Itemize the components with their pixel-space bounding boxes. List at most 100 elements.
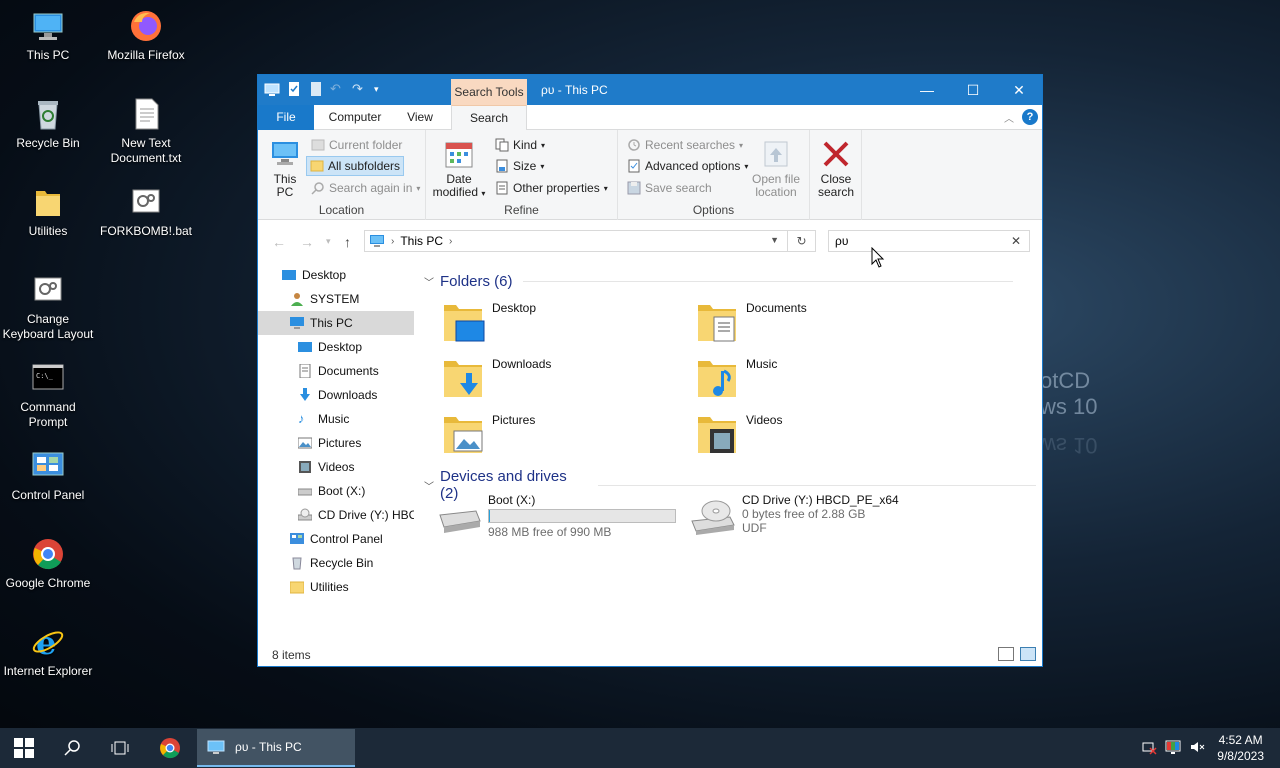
folder-name: Pictures — [492, 413, 536, 427]
tab-file[interactable]: File — [258, 105, 314, 130]
kind-button[interactable]: Kind ▾ — [492, 135, 548, 155]
nav-item-control-panel[interactable]: Control Panel — [258, 527, 414, 551]
details-view-button[interactable] — [998, 647, 1014, 661]
start-button[interactable] — [0, 728, 48, 768]
forward-button[interactable]: → — [300, 234, 314, 250]
drive-tile-cd[interactable]: CD Drive (Y:) HBCD_PE_x64 0 bytes free o… — [690, 493, 899, 535]
nav-item-videos[interactable]: Videos — [258, 455, 414, 479]
nav-item-downloads[interactable]: Downloads — [258, 383, 414, 407]
folders-group-header[interactable]: ﹀ Folders (6) — [424, 273, 1036, 290]
computer-icon[interactable] — [264, 81, 280, 97]
nav-item-boot-drive[interactable]: Boot (X:) — [258, 479, 414, 503]
desktop-icon-change-keyboard-layout[interactable]: Change Keyboard Layout — [0, 272, 96, 342]
tab-computer[interactable]: Computer — [320, 105, 390, 130]
date-modified-button[interactable]: Date modified ▾ — [430, 138, 488, 200]
desktop-icon-control-panel[interactable]: Control Panel — [0, 448, 96, 503]
nav-item-cd-drive[interactable]: CD Drive (Y:) HBC — [258, 503, 414, 527]
taskbar-search-button[interactable] — [48, 728, 96, 768]
search-again-in-button[interactable]: Search again in ▾ — [308, 178, 423, 198]
nav-item-label: Videos — [318, 460, 355, 474]
folder-tile-music[interactable]: Music — [696, 357, 777, 399]
desktop-icon-label: Command Prompt — [20, 400, 76, 429]
downloads-icon — [298, 388, 312, 402]
this-pc-button[interactable]: This PC — [266, 138, 304, 199]
drive-tile-boot[interactable]: Boot (X:) 988 MB free of 990 MB — [436, 493, 676, 539]
all-subfolders-button[interactable]: All subfolders — [306, 156, 405, 176]
back-button[interactable]: ← — [272, 234, 286, 250]
search-input[interactable]: ρυ ✕ — [828, 230, 1030, 252]
large-icons-view-button[interactable] — [1020, 647, 1036, 661]
help-icon[interactable]: ? — [1022, 109, 1038, 125]
search-tools-context-label: Search Tools — [451, 79, 527, 105]
other-properties-button[interactable]: Other properties ▾ — [492, 178, 611, 198]
up-button[interactable]: ↑ — [344, 234, 351, 250]
save-search-button[interactable]: Save search — [624, 178, 715, 198]
display-settings-icon[interactable] — [1161, 739, 1185, 758]
desktop-icon-forkbomb[interactable]: FORKBOMB!.bat — [98, 184, 194, 239]
desktop-icon-new-text-document[interactable]: New Text Document.txt — [98, 96, 194, 166]
close-search-button[interactable]: Close search — [814, 138, 858, 199]
nav-item-recycle-bin[interactable]: Recycle Bin — [258, 551, 414, 575]
tab-view[interactable]: View — [398, 105, 442, 130]
taskbar-chrome-button[interactable] — [146, 728, 194, 768]
customize-qat-icon[interactable]: ▾ — [374, 81, 390, 97]
videos-folder-icon — [696, 413, 740, 455]
nav-item-this-pc[interactable]: This PC — [258, 311, 414, 335]
clock[interactable]: 4:52 AM 9/8/2023 — [1209, 732, 1280, 764]
refresh-button[interactable]: ↻ — [787, 230, 816, 252]
desktop-icon-this-pc[interactable]: This PC — [0, 8, 96, 63]
nav-item-music[interactable]: ♪ Music — [258, 407, 414, 431]
desktop-icon-google-chrome[interactable]: Google Chrome — [0, 536, 96, 591]
folder-tile-documents[interactable]: Documents — [696, 301, 807, 343]
folder-tile-pictures[interactable]: Pictures — [442, 413, 535, 455]
desktop-icon-recycle-bin[interactable]: Recycle Bin — [0, 96, 96, 151]
ribbon-tabs: File Computer View Search ︿ ? — [258, 105, 1042, 131]
properties-icon[interactable] — [286, 81, 302, 97]
task-view-button[interactable] — [96, 728, 144, 768]
taskbar-explorer-button[interactable]: ρυ - This PC — [197, 729, 355, 767]
chevron-down-icon: ▾ — [739, 140, 744, 150]
clear-search-icon[interactable]: ✕ — [1011, 231, 1021, 251]
nav-item-documents[interactable]: Documents — [258, 359, 414, 383]
navigation-pane: Desktop SYSTEM This PC Desktop Documents… — [258, 263, 414, 641]
advanced-options-button[interactable]: Advanced options ▾ — [624, 156, 751, 176]
network-disconnected-icon[interactable] — [1137, 739, 1161, 758]
nav-item-label: SYSTEM — [310, 292, 360, 306]
maximize-button[interactable]: ☐ — [950, 75, 996, 105]
redo-icon[interactable]: ↷ — [352, 81, 368, 97]
breadcrumb-this-pc[interactable]: This PC — [400, 234, 443, 248]
desktop-icon-internet-explorer[interactable]: e Internet Explorer — [0, 624, 96, 679]
title-bar[interactable]: ↶ ↷ ▾ Search Tools ρυ - This PC — ☐ ✕ — [258, 75, 1042, 105]
current-folder-button[interactable]: Current folder — [308, 135, 405, 155]
new-folder-icon[interactable] — [308, 81, 324, 97]
taskbar: ρυ - This PC 4:52 AM 9/8/2023 — [0, 728, 1280, 768]
address-field[interactable]: › This PC › ▼ — [364, 230, 816, 252]
minimize-button[interactable]: — — [904, 75, 950, 105]
folder-tile-videos[interactable]: Videos — [696, 413, 782, 455]
chrome-icon — [160, 738, 180, 759]
nav-item-desktop[interactable]: Desktop — [258, 335, 414, 359]
close-button[interactable]: ✕ — [996, 75, 1042, 105]
nav-item-utilities[interactable]: Utilities — [258, 575, 414, 599]
nav-item-pictures[interactable]: Pictures — [258, 431, 414, 455]
search-query: ρυ — [835, 234, 849, 248]
nav-item-desktop-root[interactable]: Desktop — [258, 263, 414, 287]
desktop-icon-command-prompt[interactable]: C:\_ Command Prompt — [0, 360, 96, 430]
nav-item-system[interactable]: SYSTEM — [258, 287, 414, 311]
address-dropdown-icon[interactable]: ▼ — [770, 235, 779, 245]
ribbon-group-location: This PC Current folder All subfolders Se… — [258, 130, 426, 220]
tab-search[interactable]: Search — [451, 105, 527, 131]
volume-muted-icon[interactable] — [1185, 739, 1209, 758]
open-file-location-button[interactable]: Open file location — [750, 138, 802, 199]
desktop-icon-utilities[interactable]: Utilities — [0, 184, 96, 239]
folder-tile-downloads[interactable]: Downloads — [442, 357, 551, 399]
folder-tile-desktop[interactable]: Desktop — [442, 301, 536, 343]
recent-locations-button[interactable]: ▾ — [326, 236, 331, 247]
size-button[interactable]: Size ▾ — [492, 156, 547, 176]
undo-icon[interactable]: ↶ — [330, 81, 346, 97]
desktop-icon-firefox[interactable]: Mozilla Firefox — [98, 8, 194, 63]
ie-icon: e — [30, 624, 66, 662]
recent-searches-button[interactable]: Recent searches ▾ — [624, 135, 746, 155]
collapse-ribbon-icon[interactable]: ︿ — [1004, 110, 1014, 125]
properties-icon — [495, 181, 509, 195]
